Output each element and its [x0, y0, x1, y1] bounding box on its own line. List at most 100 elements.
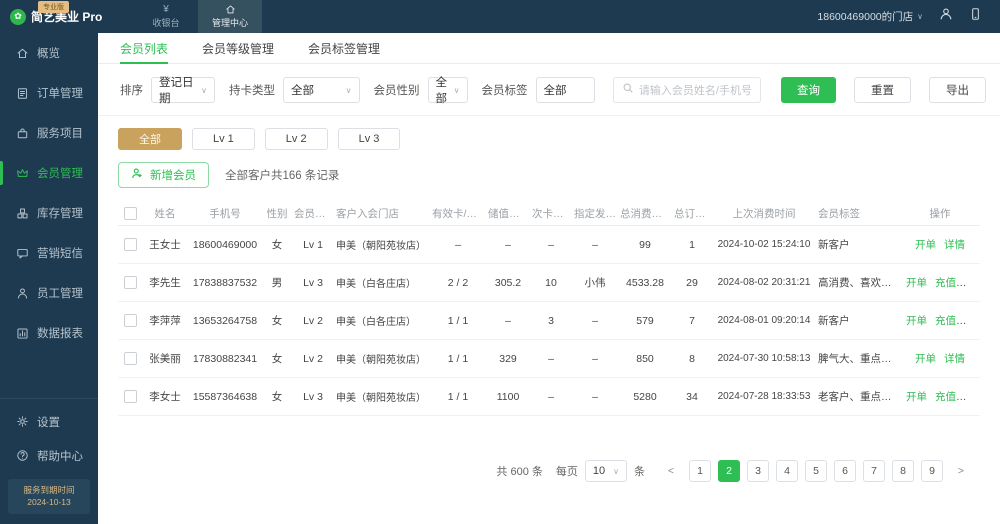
- page-button-3[interactable]: 3: [747, 460, 769, 482]
- member-tag-input[interactable]: 全部: [535, 77, 595, 103]
- page-button-8[interactable]: 8: [892, 460, 914, 482]
- open-order-link[interactable]: 开单: [906, 391, 927, 403]
- page-button-6[interactable]: 6: [834, 460, 856, 482]
- times-card-count: 3: [548, 314, 554, 327]
- mobile-device-icon[interactable]: [969, 7, 982, 26]
- column-header: 姓名: [154, 208, 176, 220]
- page-tab[interactable]: 会员列表: [120, 33, 169, 64]
- times-card-count: 10: [545, 276, 557, 289]
- column-header: 上次消费时间: [732, 208, 796, 220]
- row-checkbox[interactable]: [123, 390, 137, 403]
- edition-badge: 专业版: [38, 1, 69, 13]
- member-name: 李女士: [149, 391, 181, 403]
- member-gender: 男: [271, 277, 283, 289]
- card-type-select[interactable]: 全部 ∨: [282, 77, 360, 103]
- store-selector[interactable]: 18600469000的门店 ∨: [817, 9, 923, 24]
- total-orders: 34: [686, 390, 698, 403]
- page-tabs: 会员列表 会员等级管理 会员标签管理: [98, 33, 1000, 64]
- sidebar-item-label: 服务项目: [37, 128, 83, 140]
- search-icon: [622, 81, 634, 99]
- sidebar-menu: 概览 订单管理 服务项目 会员管理 库存管理 营销短信 员工管理 数据报表: [0, 33, 98, 353]
- page-button-2[interactable]: 2: [718, 460, 740, 482]
- record-count-text: 全部客户共166 条记录: [225, 170, 340, 182]
- recharge-link[interactable]: 充值: [935, 277, 956, 289]
- sidebar-item[interactable]: 设置: [0, 405, 98, 439]
- page-button-1[interactable]: 1: [689, 460, 711, 482]
- top-tab-cashier[interactable]: ¥ 收银台: [134, 0, 198, 33]
- page-button-4[interactable]: 4: [776, 460, 798, 482]
- level-filter-tabs: 全部 Lv 1 Lv 2 Lv 3: [98, 116, 1000, 150]
- page-button-9[interactable]: 9: [921, 460, 943, 482]
- column-header: 客户入会门店: [336, 208, 399, 220]
- sidebar-divider: [0, 397, 98, 399]
- column-header: 总订单数: [674, 208, 712, 220]
- sidebar-item-label: 订单管理: [37, 88, 83, 100]
- export-button[interactable]: 导出: [928, 77, 986, 103]
- row-checkbox[interactable]: [123, 314, 137, 327]
- open-order-link[interactable]: 开单: [906, 277, 927, 289]
- search-placeholder: 请输入会员姓名/手机号: [638, 85, 752, 97]
- select-all-checkbox[interactable]: [123, 207, 137, 220]
- order-doc-icon: [16, 87, 29, 100]
- member-tag-label: 会员标签: [481, 85, 528, 97]
- member-tags: 脾气大、重点关注: [818, 353, 900, 365]
- row-checkbox[interactable]: [123, 276, 137, 289]
- column-header: 会员标签: [818, 208, 860, 220]
- sidebar-item[interactable]: 服务项目: [0, 113, 98, 153]
- level-tab[interactable]: 全部: [118, 128, 182, 150]
- detail-link[interactable]: 详情: [944, 353, 965, 365]
- sidebar-item[interactable]: 数据报表: [0, 313, 98, 353]
- page-size-select[interactable]: 10 ∨: [584, 460, 627, 482]
- level-tab[interactable]: Lv 3: [337, 128, 401, 150]
- sidebar-item[interactable]: 库存管理: [0, 193, 98, 233]
- detail-link[interactable]: 详情: [944, 239, 965, 251]
- row-actions: 开单充值详情: [900, 275, 980, 290]
- reset-button[interactable]: 重置: [853, 77, 911, 103]
- member-phone: 18600469000: [192, 238, 258, 251]
- sidebar-item[interactable]: 员工管理: [0, 273, 98, 313]
- recharge-link[interactable]: 充值: [935, 315, 956, 327]
- level-tab[interactable]: Lv 1: [192, 128, 255, 150]
- add-member-button[interactable]: 新增会员: [118, 162, 209, 188]
- sidebar-item-label: 会员管理: [37, 168, 83, 180]
- row-checkbox[interactable]: [123, 352, 137, 365]
- sidebar-item[interactable]: 会员管理: [0, 153, 98, 193]
- top-tab-admin-center[interactable]: 管理中心: [198, 0, 262, 33]
- page-button-7[interactable]: 7: [863, 460, 885, 482]
- sidebar-item[interactable]: 帮助中心: [0, 439, 98, 473]
- open-order-link[interactable]: 开单: [915, 353, 936, 365]
- prev-page-button[interactable]: <: [660, 460, 682, 482]
- member-level: Lv 3: [303, 390, 323, 403]
- assigned-stylist: –: [592, 238, 598, 251]
- page-tab[interactable]: 会员标签管理: [308, 33, 380, 63]
- sidebar-item[interactable]: 营销短信: [0, 233, 98, 273]
- sidebar-item[interactable]: 订单管理: [0, 73, 98, 113]
- account-icon[interactable]: [939, 7, 953, 26]
- search-input[interactable]: 请输入会员姓名/手机号: [612, 77, 761, 103]
- open-order-link[interactable]: 开单: [915, 239, 936, 251]
- next-page-button[interactable]: >: [950, 460, 972, 482]
- sort-select[interactable]: 登记日期 ∨: [151, 77, 215, 105]
- total-spend: 4533.28: [626, 276, 664, 289]
- report-chart-icon: [16, 327, 29, 340]
- page-size-value: 10: [592, 465, 606, 477]
- recharge-link[interactable]: 充值: [935, 391, 956, 403]
- query-button[interactable]: 查询: [780, 77, 836, 103]
- stored-balance: –: [505, 238, 511, 251]
- column-header: 会员等级: [294, 208, 334, 220]
- service-bag-icon: [16, 127, 29, 140]
- open-order-link[interactable]: 开单: [906, 315, 927, 327]
- total-spend: 850: [636, 352, 654, 365]
- add-member-icon: [131, 167, 144, 183]
- page-button-5[interactable]: 5: [805, 460, 827, 482]
- table-row: 王女士 18600469000 女 Lv 1 申美（朝阳苑妆店） – – – – 99 1 2024-…: [118, 226, 980, 264]
- row-actions: 开单充值详情: [900, 313, 980, 328]
- sidebar-bottom-menu: 设置 帮助中心: [0, 405, 98, 473]
- gender-select[interactable]: 全部 ∨: [427, 77, 468, 105]
- cashier-yen-icon: ¥: [163, 3, 169, 15]
- page-tab[interactable]: 会员等级管理: [202, 33, 274, 63]
- level-tab[interactable]: Lv 2: [264, 128, 328, 150]
- sidebar-item[interactable]: 概览: [0, 33, 98, 73]
- card-type-select-value: 全部: [290, 85, 314, 97]
- row-checkbox[interactable]: [123, 238, 137, 251]
